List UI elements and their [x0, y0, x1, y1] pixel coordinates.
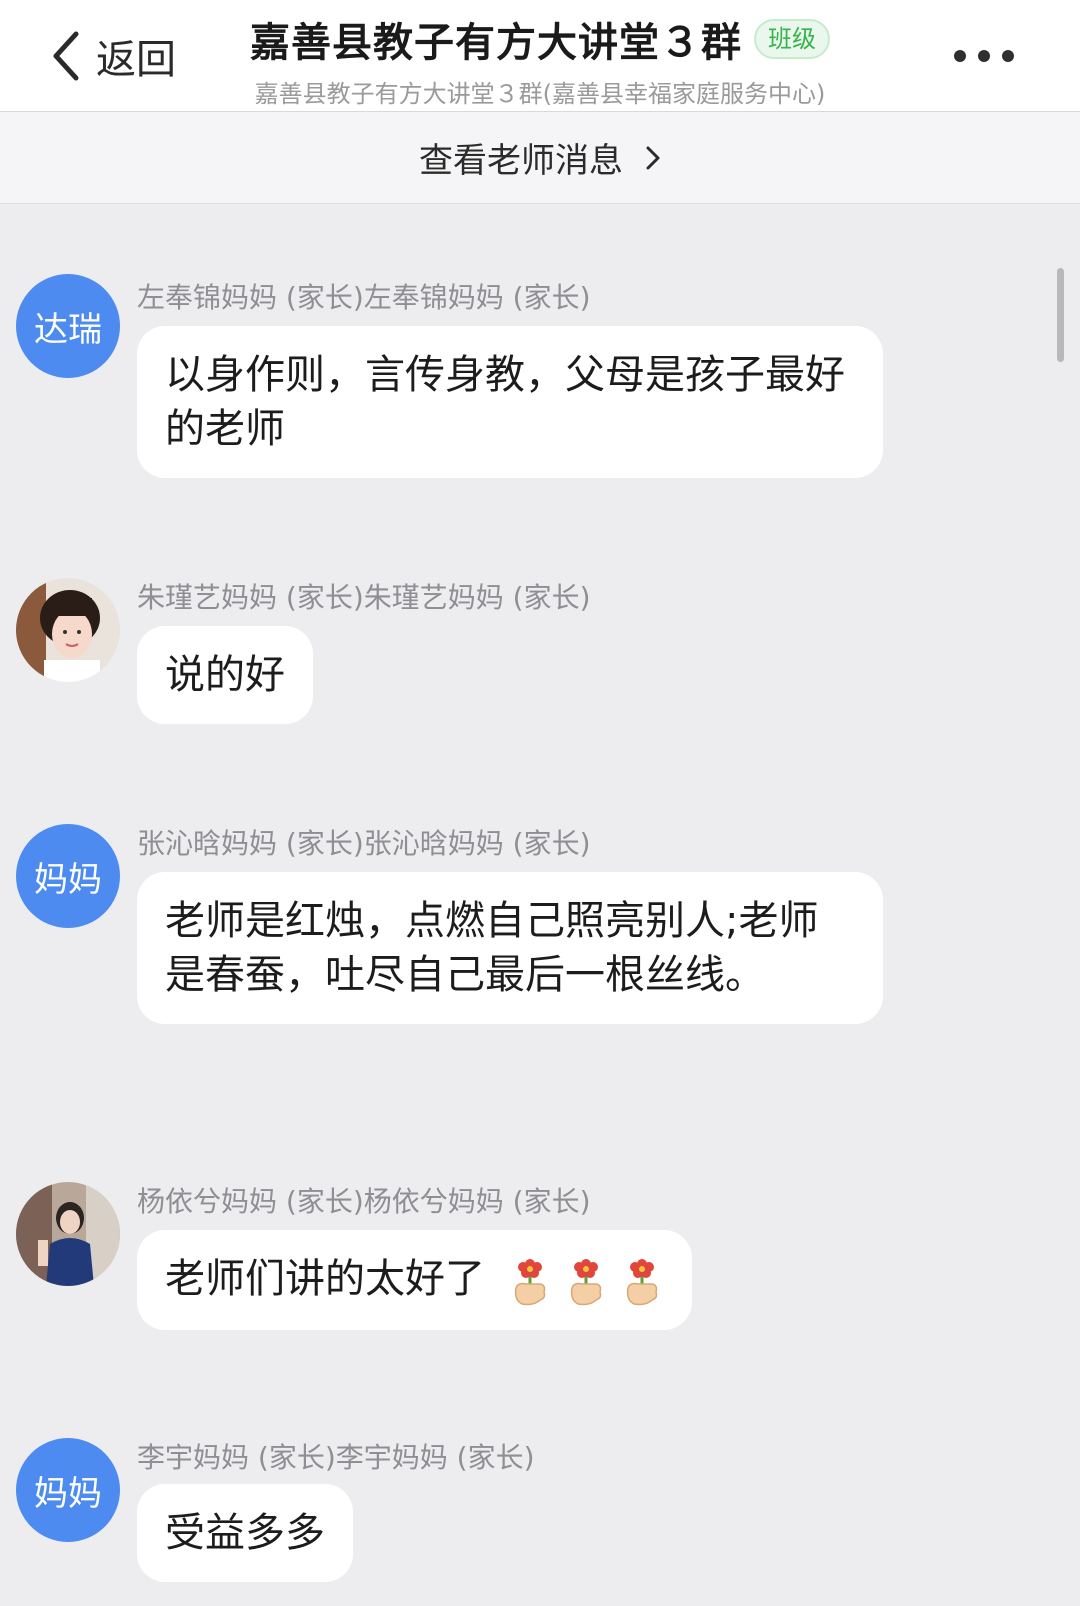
sender-name: 李宇妈妈 (家长)李宇妈妈 (家长) — [137, 1441, 535, 1474]
message-bubble[interactable]: 说的好 — [137, 626, 313, 724]
sender-name: 杨依兮妈妈 (家长)杨依兮妈妈 (家长) — [137, 1185, 591, 1218]
message-bubble[interactable]: 老师们讲的太好了 — [137, 1230, 692, 1330]
flower-hand-icon — [570, 1259, 601, 1306]
page-title: 嘉善县教子有方大讲堂３群 — [250, 20, 742, 66]
sender-name: 左奉锦妈妈 (家长)左奉锦妈妈 (家长) — [137, 281, 591, 314]
back-button[interactable]: 返回 — [46, 24, 176, 88]
dot-icon — [954, 50, 966, 62]
more-options-button[interactable] — [954, 44, 1014, 68]
avatar[interactable]: 妈妈 — [16, 1438, 120, 1542]
avatar-text: 达瑞 — [34, 309, 102, 350]
class-badge: 班级 — [754, 19, 830, 59]
user-photo-icon — [16, 578, 120, 682]
avatar[interactable]: 妈妈 — [16, 824, 120, 928]
scrollbar[interactable] — [1057, 268, 1064, 362]
emoji-group — [510, 1254, 664, 1308]
avatar[interactable] — [16, 1182, 120, 1286]
user-photo-icon — [16, 1182, 120, 1286]
view-teacher-messages-label: 查看老师消息 — [419, 141, 623, 181]
flower-hand-icon — [514, 1259, 545, 1306]
message-bubble[interactable]: 老师是红烛，点燃自己照亮别人;老师是春蚕，吐尽自己最后一根丝线。 — [137, 872, 883, 1024]
avatar[interactable] — [16, 578, 120, 682]
title-block: 嘉善县教子有方大讲堂３群 班级 嘉善县教子有方大讲堂３群(嘉善县幸福家庭服务中心… — [160, 10, 920, 109]
avatar[interactable]: 达瑞 — [16, 274, 120, 378]
dot-icon — [1002, 50, 1014, 62]
chevron-left-icon — [53, 31, 79, 81]
sender-name: 张沁晗妈妈 (家长)张沁晗妈妈 (家长) — [137, 827, 591, 860]
message-bubble[interactable]: 以身作则，言传身教，父母是孩子最好的老师 — [137, 326, 883, 478]
page-subtitle: 嘉善县教子有方大讲堂３群(嘉善县幸福家庭服务中心) — [254, 80, 826, 108]
top-nav-bar: 返回 嘉善县教子有方大讲堂３群 班级 嘉善县教子有方大讲堂３群(嘉善县幸福家庭服… — [0, 0, 1080, 112]
dot-icon — [978, 50, 990, 62]
chevron-right-icon — [646, 146, 660, 169]
sender-name: 朱瑾艺妈妈 (家长)朱瑾艺妈妈 (家长) — [137, 581, 591, 614]
flower-hand-icon — [626, 1259, 657, 1306]
avatar-text: 妈妈 — [34, 859, 102, 900]
message-text: 老师们讲的太好了 — [165, 1256, 485, 1302]
avatar-text: 妈妈 — [34, 1473, 102, 1514]
message-bubble[interactable]: 受益多多 — [137, 1484, 353, 1582]
view-teacher-messages-bar[interactable]: 查看老师消息 — [0, 112, 1080, 204]
